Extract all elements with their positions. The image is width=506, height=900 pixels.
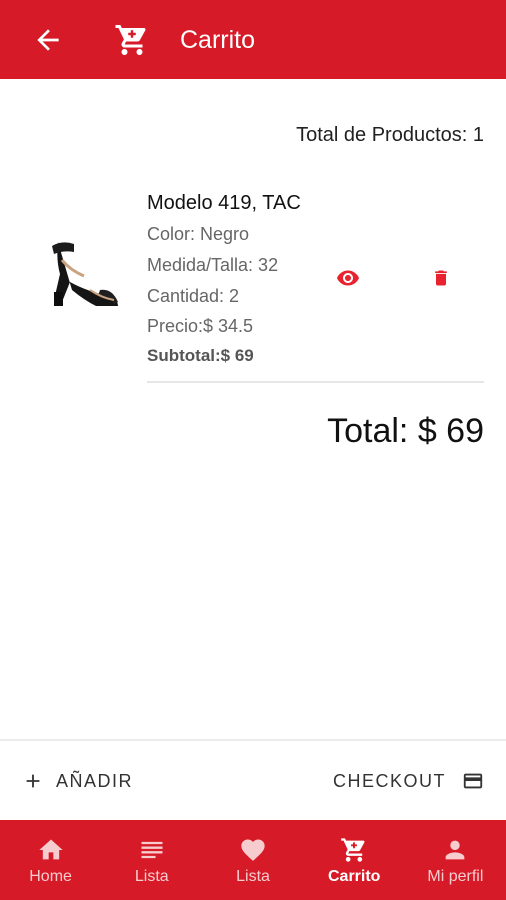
home-icon: [38, 839, 63, 860]
item-divider: [147, 381, 484, 383]
nav-profile-label: Mi perfil: [427, 868, 484, 885]
product-color: Color: Negro: [147, 224, 250, 244]
page-title: Carrito: [180, 26, 256, 54]
eye-icon[interactable]: [335, 266, 361, 290]
add-button-label: AÑADIR: [56, 770, 134, 791]
add-button[interactable]: AÑADIR: [22, 766, 133, 796]
nav-home-label: Home: [29, 868, 72, 885]
trash-icon[interactable]: [431, 265, 451, 291]
arrow-back-icon[interactable]: [30, 24, 66, 56]
heart-icon: [241, 839, 265, 861]
bottom-navigation: Home Lista Lista Carrito Mi perfil: [0, 820, 506, 900]
nav-list[interactable]: Lista: [101, 820, 202, 900]
person-icon: [446, 840, 465, 860]
app-bar: Carrito: [0, 0, 506, 79]
nav-wishlist[interactable]: Lista: [202, 820, 303, 900]
total-products-count: Total de Productos: 1: [296, 124, 484, 146]
checkout-button-label: CHECKOUT: [332, 770, 446, 791]
nav-cart-label: Carrito: [327, 868, 381, 885]
nav-wishlist-label: Lista: [236, 868, 270, 885]
product-name: Modelo 419, TAC: [147, 192, 301, 214]
nav-home[interactable]: Home: [0, 820, 101, 900]
shopping-cart-icon: [341, 838, 365, 862]
product-price: Precio:$ 34.5: [147, 316, 254, 336]
product-image: [52, 242, 118, 306]
nav-cart[interactable]: Carrito: [304, 820, 405, 900]
plus-icon: [26, 774, 40, 788]
checkout-button[interactable]: CHECKOUT: [333, 766, 486, 796]
nav-list-label: Lista: [134, 868, 169, 885]
actions-divider: [0, 739, 506, 741]
credit-card-icon: [463, 773, 483, 789]
product-size: Medida/Talla: 32: [147, 255, 279, 275]
product-quantity: Cantidad: 2: [147, 286, 240, 306]
shopping-cart-icon: [115, 25, 146, 55]
list-icon: [141, 841, 163, 859]
product-subtotal: Subtotal:$ 69: [147, 346, 254, 365]
cart-total: Total: $ 69: [327, 412, 484, 450]
nav-profile[interactable]: Mi perfil: [405, 820, 506, 900]
